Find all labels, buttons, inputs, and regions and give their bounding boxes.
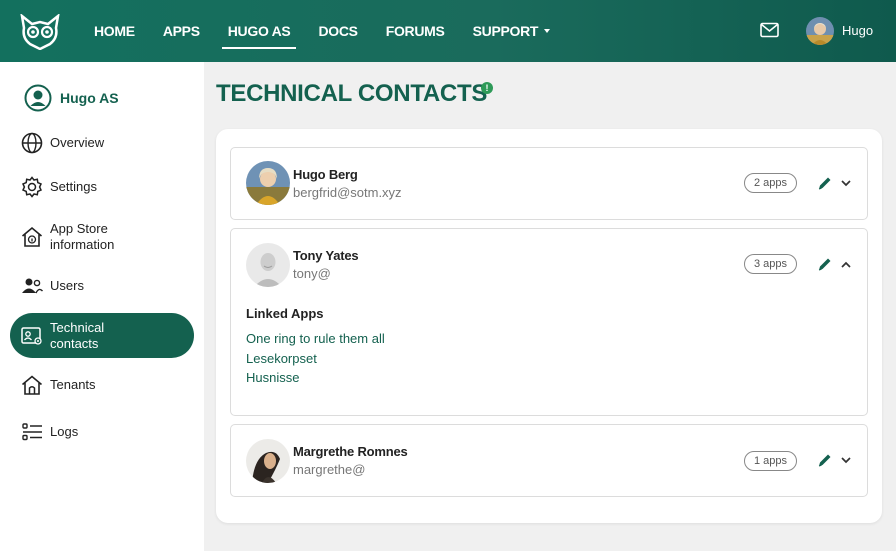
nav-home[interactable]: HOME [80, 0, 149, 62]
apps-count-badge: 2 apps [744, 173, 797, 193]
contact-card[interactable]: Hugo Berg bergfrid@sotm.xyz 2 apps [230, 147, 868, 220]
sidebar-item-label: Logs [50, 424, 79, 439]
contact-card[interactable]: Margrethe Romnes margrethe@ 1 apps [230, 424, 868, 497]
contact-avatar [246, 243, 290, 287]
chevron-down-icon[interactable] [840, 177, 852, 189]
info-icon[interactable]: ! [481, 82, 493, 94]
page-title: TECHNICAL CONTACTS [216, 80, 488, 107]
sidebar-item-overview[interactable]: Overview [10, 130, 194, 156]
nav-apps[interactable]: APPS [149, 0, 214, 62]
sidebar-item-label: Users [50, 278, 84, 293]
sidebar-item-technical-contacts[interactable]: Technical contacts [10, 313, 194, 358]
linked-apps-heading: Linked Apps [246, 306, 324, 321]
sidebar-item-label: Technical contacts [50, 319, 105, 351]
caret-down-icon [544, 29, 551, 33]
top-navigation-bar: HOME APPS HUGO AS DOCS FORUMS SUPPORT Hu… [0, 0, 896, 62]
nav-docs[interactable]: DOCS [304, 0, 371, 62]
user-avatar[interactable] [806, 17, 834, 45]
globe-icon [21, 132, 43, 154]
nav-support-label: SUPPORT [472, 23, 539, 39]
sidebar-item-logs[interactable]: Logs [10, 419, 194, 445]
house-icon [21, 375, 43, 395]
apps-count-badge: 1 apps [744, 451, 797, 471]
user-name[interactable]: Hugo [842, 23, 873, 38]
sidebar-item-label: Overview [50, 135, 105, 150]
chevron-up-icon[interactable] [840, 259, 852, 271]
nav-docs-label: DOCS [318, 23, 358, 39]
user-circle-icon [24, 84, 52, 112]
owl-logo-icon[interactable] [18, 14, 62, 50]
nav-support[interactable]: SUPPORT [459, 0, 565, 62]
home-info-icon [21, 226, 43, 247]
org-header[interactable]: Hugo AS [24, 84, 119, 112]
contact-email: margrethe@ [293, 462, 366, 477]
contact-card[interactable]: Tony Yates tony@ 3 apps Linked Apps One … [230, 228, 868, 416]
linked-app-link[interactable]: One ring to rule them all [246, 331, 385, 346]
contact-name: Hugo Berg [293, 167, 358, 182]
sidebar: Hugo AS Overview Settings App Store info… [0, 62, 204, 551]
users-icon [22, 278, 44, 294]
list-icon [22, 423, 42, 441]
linked-app-link[interactable]: Husnisse [246, 370, 299, 385]
contact-name: Margrethe Romnes [293, 444, 408, 459]
contact-name: Tony Yates [293, 248, 359, 263]
main-nav: HOME APPS HUGO AS DOCS FORUMS SUPPORT [80, 0, 564, 62]
nav-forums[interactable]: FORUMS [372, 0, 459, 62]
contact-card-gear-icon [21, 326, 42, 345]
chevron-down-icon[interactable] [840, 454, 852, 466]
sidebar-item-label: Settings [50, 179, 97, 194]
nav-hugo-as[interactable]: HUGO AS [214, 0, 305, 62]
pencil-icon[interactable] [817, 256, 833, 272]
nav-hugo-as-label: HUGO AS [227, 23, 291, 39]
nav-apps-label: APPS [162, 23, 200, 39]
sidebar-item-users[interactable]: Users [10, 273, 194, 299]
gear-icon [21, 176, 43, 198]
apps-count-badge: 3 apps [744, 254, 797, 274]
sidebar-item-tenants[interactable]: Tenants [10, 372, 194, 398]
pencil-icon[interactable] [817, 452, 833, 468]
contact-avatar [246, 439, 290, 483]
org-name: Hugo AS [60, 90, 119, 106]
nav-home-label: HOME [94, 23, 135, 39]
pencil-icon[interactable] [817, 175, 833, 191]
mail-icon[interactable] [760, 22, 779, 38]
contact-email: tony@ [293, 266, 331, 281]
sidebar-item-label: Tenants [50, 377, 96, 392]
sidebar-item-settings[interactable]: Settings [10, 174, 194, 200]
linked-app-link[interactable]: Lesekorpset [246, 351, 317, 366]
contact-avatar [246, 161, 290, 205]
nav-forums-label: FORUMS [385, 23, 445, 39]
contact-email: bergfrid@sotm.xyz [293, 185, 402, 200]
sidebar-item-label: App Store information [50, 221, 115, 252]
sidebar-item-app-store-information[interactable]: App Store information [10, 220, 194, 254]
